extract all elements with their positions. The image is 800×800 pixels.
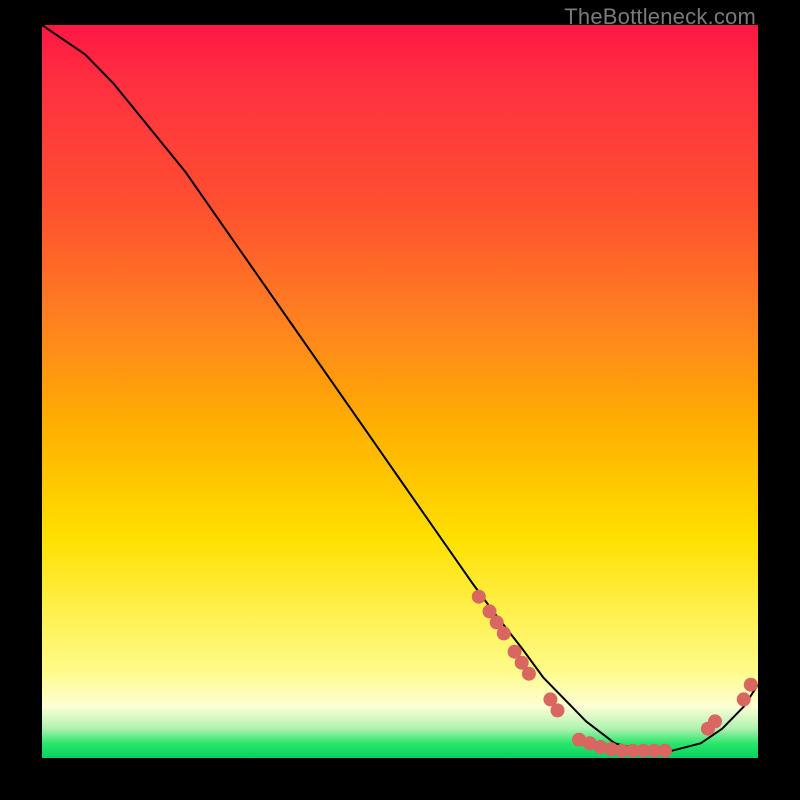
data-marker — [708, 714, 722, 728]
data-marker — [658, 744, 672, 758]
bottleneck-curve — [42, 25, 758, 751]
curve-svg — [42, 25, 758, 758]
data-marker — [497, 626, 511, 640]
data-marker — [472, 590, 486, 604]
data-marker — [744, 678, 758, 692]
data-marker — [737, 692, 751, 706]
chart-frame: TheBottleneck.com — [0, 0, 800, 800]
data-marker — [522, 667, 536, 681]
plot-area — [42, 25, 758, 758]
data-marker — [551, 703, 565, 717]
